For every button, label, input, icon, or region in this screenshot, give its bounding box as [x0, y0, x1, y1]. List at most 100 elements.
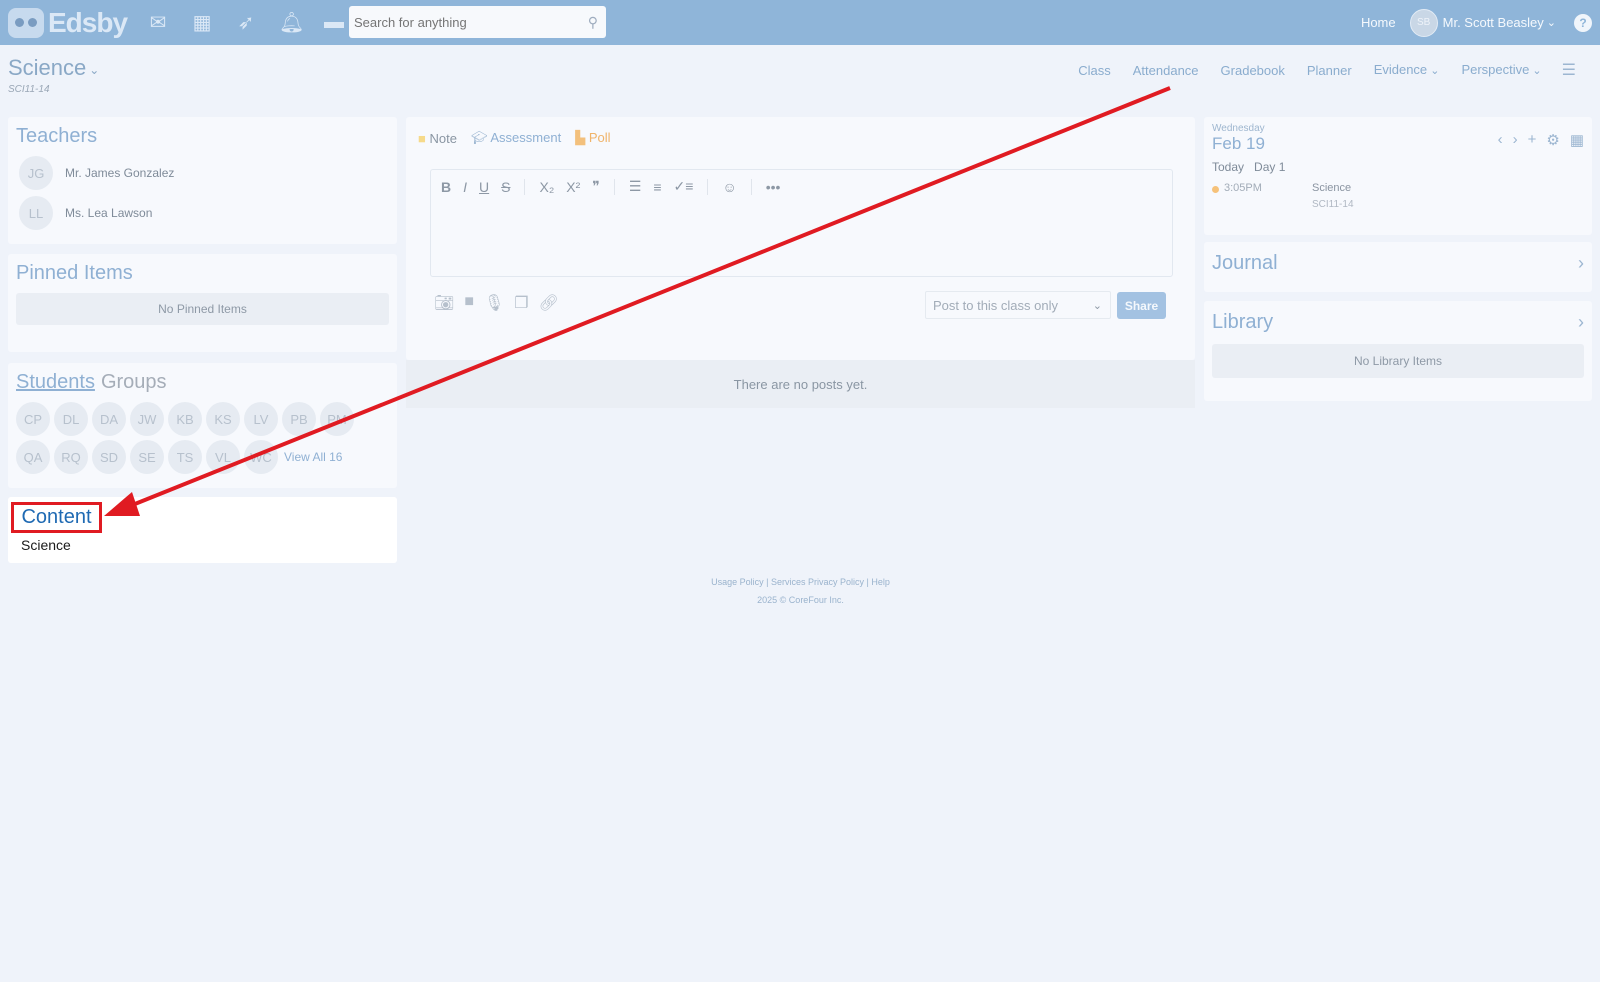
student-avatar[interactable]: DA	[92, 402, 126, 436]
bullet-list-icon[interactable]: ☰	[629, 178, 642, 195]
nav-attendance[interactable]: Attendance	[1133, 63, 1199, 78]
class-name: Science	[8, 55, 87, 80]
student-avatar[interactable]: KB	[168, 402, 202, 436]
chevron-right-icon[interactable]: ›	[1513, 131, 1518, 149]
more-icon[interactable]: •••	[766, 179, 781, 195]
divider	[750, 178, 752, 195]
empty-message: No Pinned Items	[16, 293, 389, 325]
camera-icon[interactable]: 📷︎	[434, 293, 454, 313]
help-link[interactable]: Help	[871, 577, 890, 587]
mail-icon[interactable]: ✉	[147, 10, 169, 35]
student-avatar[interactable]: PB	[282, 402, 316, 436]
nav-planner[interactable]: Planner	[1307, 63, 1352, 78]
search-box: ⚲	[349, 6, 606, 38]
avatar[interactable]: SB	[1409, 8, 1438, 37]
checklist-icon[interactable]: ✓≡	[674, 178, 694, 195]
event-dot	[1212, 186, 1219, 193]
edsby-logo[interactable]: Edsby	[8, 0, 128, 45]
calendar-icon[interactable]: ▦	[191, 10, 213, 35]
students-tab[interactable]: Students	[16, 371, 95, 394]
chevron-down-icon[interactable]: ⌄	[1547, 16, 1556, 29]
microphone-icon[interactable]: 🎙︎	[484, 293, 504, 313]
library-title[interactable]: Library	[1212, 311, 1273, 334]
student-avatar[interactable]: JW	[130, 402, 164, 436]
subscript-icon[interactable]: X₂	[539, 179, 554, 195]
superscript-icon[interactable]: X²	[566, 179, 580, 195]
emoji-icon[interactable]: ☺	[722, 179, 736, 195]
calendar-panel: Wednesday Feb 19 ‹ › + ⚙ ▦ Today Day 1 3…	[1204, 117, 1592, 235]
pinned-title: Pinned Items	[16, 262, 133, 284]
content-item[interactable]: Science	[21, 537, 71, 553]
event-time: 3:05PM	[1224, 182, 1262, 194]
privacy-policy-link[interactable]: Services Privacy Policy	[771, 577, 864, 587]
student-avatar[interactable]: KS	[206, 402, 240, 436]
italic-icon[interactable]: I	[463, 179, 467, 195]
student-avatar[interactable]: VL	[206, 440, 240, 474]
search-input[interactable]	[349, 14, 574, 30]
home-link[interactable]: Home	[1361, 15, 1396, 30]
usage-policy-link[interactable]: Usage Policy	[711, 577, 764, 587]
teacher-row[interactable]: LL Ms. Lea Lawson	[19, 196, 389, 230]
teachers-title: Teachers	[16, 125, 98, 147]
student-row: CP DL DA JW KB KS LV PB PM	[16, 402, 389, 436]
nav-class[interactable]: Class	[1078, 63, 1111, 78]
content-title[interactable]: Content	[11, 502, 102, 533]
divider	[524, 178, 526, 195]
student-avatar[interactable]: CP	[16, 402, 50, 436]
divider	[613, 178, 615, 195]
share-button[interactable]: Share	[1117, 292, 1166, 319]
add-icon[interactable]: +	[1528, 131, 1537, 149]
numbered-list-icon[interactable]: ≡	[653, 179, 661, 195]
tab-poll[interactable]: ▙ Poll	[575, 130, 610, 146]
nav-perspective[interactable]: Perspective	[1461, 62, 1529, 77]
journal-title: Journal	[1212, 252, 1278, 274]
groups-tab[interactable]: Groups	[101, 371, 167, 394]
student-avatar[interactable]: PM	[320, 402, 354, 436]
quote-icon[interactable]: ❞	[592, 178, 600, 195]
copy-icon[interactable]: ❐	[514, 293, 528, 313]
student-avatar[interactable]: WC	[244, 440, 278, 474]
underline-icon[interactable]: U	[479, 179, 489, 195]
student-avatar[interactable]: SD	[92, 440, 126, 474]
chevron-left-icon[interactable]: ‹	[1498, 131, 1503, 149]
user-menu[interactable]: Mr. Scott Beasley	[1443, 15, 1544, 30]
audience-value: Post to this class only	[933, 297, 1058, 313]
audience-select[interactable]: Post to this class only ⌄	[925, 291, 1111, 319]
student-avatar[interactable]: SE	[130, 440, 164, 474]
calendar-icon[interactable]: ▦	[1570, 131, 1584, 149]
post-editor[interactable]: B I U S X₂ X² ❞ ☰ ≡ ✓≡ ☺ •••	[430, 169, 1173, 277]
student-avatar[interactable]: QA	[16, 440, 50, 474]
class-title[interactable]: Science ⌄	[8, 55, 99, 81]
chevron-down-icon: ⌄	[1092, 299, 1102, 312]
student-avatar[interactable]: RQ	[54, 440, 88, 474]
journal-panel[interactable]: Journal ›	[1204, 242, 1592, 292]
view-all-link[interactable]: View All 16	[284, 450, 342, 464]
help-icon[interactable]: ?	[1574, 13, 1592, 32]
event-code: SCI11-14	[1312, 199, 1354, 210]
tab-note[interactable]: ■ Note	[418, 131, 457, 146]
student-avatar[interactable]: LV	[244, 402, 278, 436]
video-icon[interactable]: ■	[464, 293, 474, 313]
hamburger-menu-icon[interactable]: ☰	[1562, 60, 1576, 80]
chevron-right-icon[interactable]: ›	[1578, 312, 1584, 333]
link-icon[interactable]: 🔗︎	[539, 293, 559, 313]
student-avatar[interactable]: TS	[168, 440, 202, 474]
calendar-event[interactable]: 3:05PM Science SCI11-14	[1212, 182, 1584, 210]
bold-icon[interactable]: B	[441, 179, 451, 195]
bell-icon[interactable]: 🔔︎	[279, 10, 304, 35]
strikethrough-icon[interactable]: S	[501, 179, 510, 195]
search-icon[interactable]: ⚲	[588, 14, 598, 31]
nav-evidence[interactable]: Evidence	[1374, 62, 1427, 77]
post-composer: ■ Note 🎓︎ Assessment ▙ Poll B I U S X₂ X…	[406, 117, 1195, 360]
tab-assessment[interactable]: 🎓︎ Assessment	[471, 130, 561, 146]
today-label: Today	[1212, 160, 1245, 174]
gear-icon[interactable]: ⚙	[1546, 131, 1559, 149]
logo-text: Edsby	[48, 6, 128, 38]
rocket-icon[interactable]: ➶	[235, 10, 257, 35]
avatar: JG	[19, 156, 53, 190]
nav-gradebook[interactable]: Gradebook	[1221, 63, 1285, 78]
teacher-row[interactable]: JG Mr. James Gonzalez	[19, 156, 389, 190]
folder-icon[interactable]: ▬	[323, 11, 345, 34]
student-avatar[interactable]: DL	[54, 402, 88, 436]
event-title: Science	[1312, 182, 1352, 194]
